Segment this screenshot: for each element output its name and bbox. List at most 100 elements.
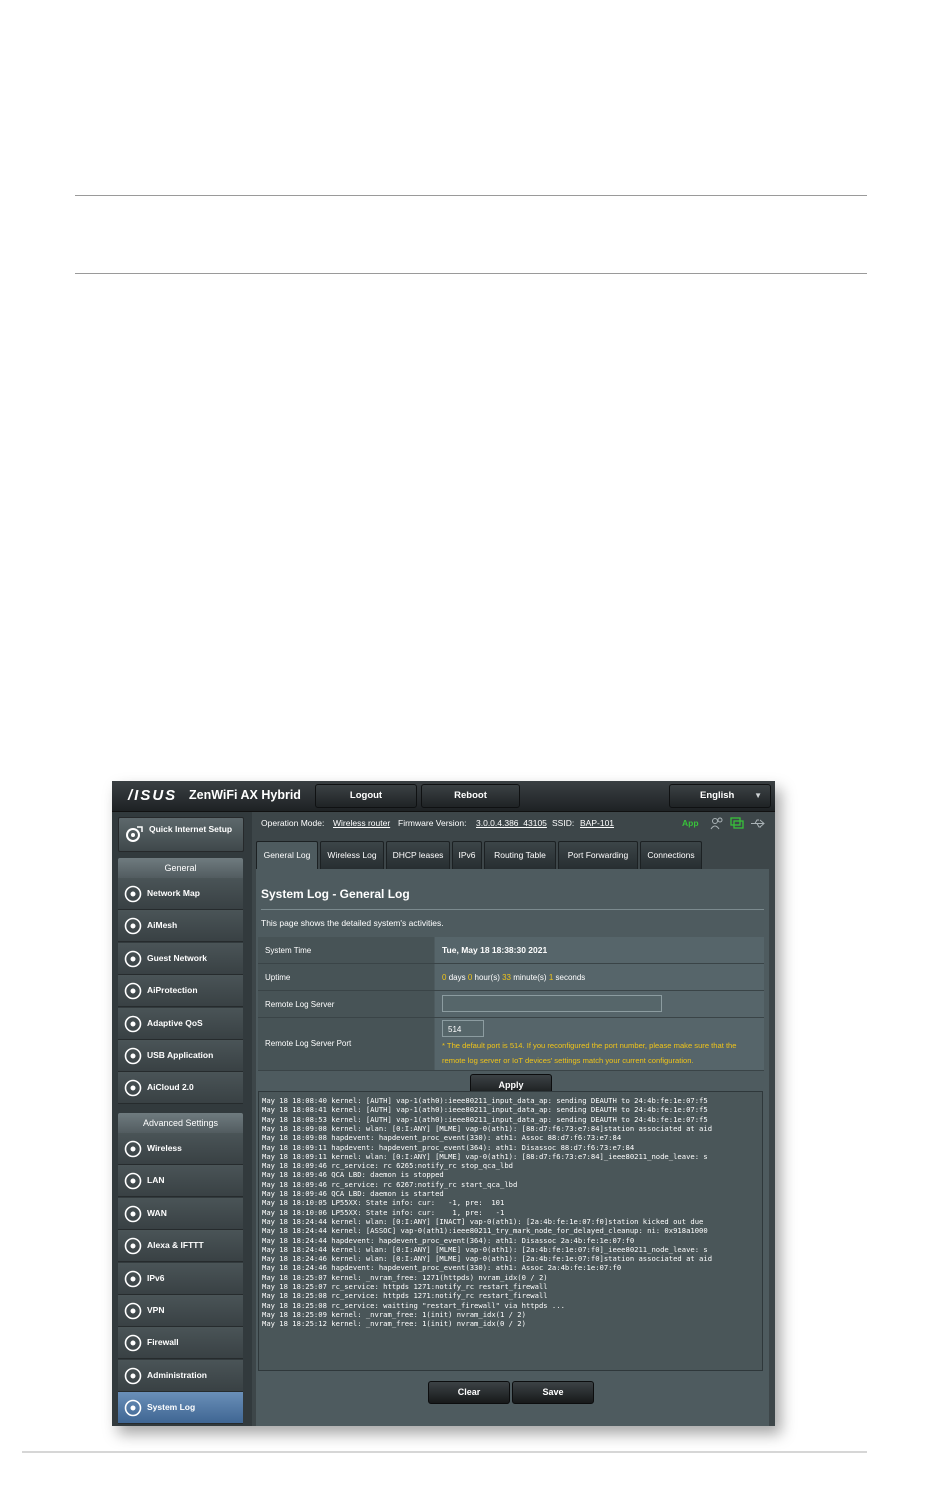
sidebar-item-system-log[interactable]: System Log [118, 1392, 243, 1425]
wireless-icon [124, 1140, 142, 1158]
sidebar-item-alexa-ifttt[interactable]: Alexa & IFTTT [118, 1230, 243, 1263]
quick-setup-icon [126, 826, 143, 842]
port-note-line-2: remote log server or IoT devices' settin… [442, 1056, 694, 1065]
sidebar-item-aicloud-2-0[interactable]: AiCloud 2.0 [118, 1072, 243, 1105]
log-line: May 18 18:25:09 kernel: _nvram_free: 1(i… [262, 1309, 526, 1319]
tab-general-log[interactable]: General Log [256, 841, 318, 869]
sidebar-item-label: AiProtection [147, 985, 198, 996]
sidebar-item-wan[interactable]: WAN [118, 1197, 243, 1230]
operation-mode-link[interactable]: Wireless router [333, 818, 390, 828]
log-line: May 18 18:24:46 hapdevent: hapdevent_pro… [262, 1263, 622, 1273]
sidebar-item-label: Guest Network [147, 952, 207, 963]
ipv6-icon [124, 1270, 142, 1287]
logout-button[interactable]: Logout [315, 784, 417, 808]
log-line: May 18 18:25:12 kernel: _nvram_free: 1(i… [262, 1319, 526, 1329]
sidebar-item-label: AiCloud 2.0 [147, 1082, 194, 1093]
log-line: May 18 18:10:05 LP55XX: State info: cur:… [262, 1198, 505, 1208]
sidebar-item-administration[interactable]: Administration [118, 1359, 243, 1392]
clear-button[interactable]: Clear [428, 1381, 510, 1404]
advanced-settings-heading: Advanced Settings [118, 1113, 243, 1133]
sidebar-item-label: AiMesh [147, 920, 178, 931]
sidebar-item-label: WAN [147, 1207, 167, 1218]
reboot-button[interactable]: Reboot [421, 784, 520, 808]
page-description: This page shows the detailed system's ac… [261, 918, 444, 928]
tab-routing-table[interactable]: Routing Table [484, 841, 556, 869]
log-line: May 18 18:25:08 rc_service: waitting "re… [262, 1300, 565, 1310]
log-line: May 18 18:24:44 kernel: [ASSOC] vap-0(at… [262, 1226, 708, 1236]
remote-log-server-input[interactable] [442, 995, 662, 1012]
language-value: English [700, 790, 735, 801]
tab-wireless-log[interactable]: Wireless Log [320, 841, 384, 869]
usb-application-icon [124, 1047, 142, 1065]
log-line: May 18 18:09:11 kernel: wlan: [0:I:ANY] … [262, 1151, 708, 1161]
sidebar-item-label: Network Map [147, 888, 200, 898]
save-button[interactable]: Save [512, 1381, 594, 1404]
log-line: May 18 18:24:44 kernel: wlan: [0:I:ANY] … [262, 1216, 704, 1226]
log-line: May 18 18:25:07 rc_service: httpds 1271:… [262, 1282, 548, 1291]
remote-log-port-input[interactable]: 514 [442, 1020, 484, 1037]
product-name: ZenWiFi AX Hybrid [189, 788, 301, 802]
tab-ipv6[interactable]: IPv6 [452, 841, 482, 869]
network-status-icon[interactable] [730, 817, 744, 830]
lan-icon [124, 1173, 142, 1190]
aimesh-icon [124, 918, 142, 935]
sidebar-item-aimesh[interactable]: AiMesh [118, 910, 243, 943]
system-log-icon [124, 1399, 142, 1417]
log-line: May 18 18:09:46 QCA LBD: daemon is stopp… [262, 1170, 444, 1180]
sidebar-item-lan[interactable]: LAN [118, 1165, 243, 1198]
guest-network-icon [124, 950, 142, 968]
usb-icon[interactable] [750, 818, 766, 829]
remote-log-port-label: Remote Log Server Port [265, 1039, 352, 1048]
language-select[interactable]: English ▼ [669, 784, 771, 808]
tab-bar: General Log Wireless Log DHCP leases IPv6 Ro… [256, 841, 775, 869]
second-rule [75, 273, 867, 274]
sidebar-item-guest-network[interactable]: Guest Network [118, 942, 243, 975]
sidebar-item-adaptive-qos[interactable]: Adaptive QoS [118, 1007, 243, 1040]
sidebar-item-label: Adaptive QoS [147, 1017, 203, 1028]
sidebar-item-aiprotection[interactable]: AiProtection [118, 975, 243, 1008]
clients-icon[interactable] [710, 817, 724, 830]
sidebar-item-vpn[interactable]: VPN [118, 1295, 243, 1327]
chevron-down-icon: ▼ [754, 791, 762, 800]
sidebar-item-usb-application[interactable]: USB Application [118, 1040, 243, 1072]
title-divider [261, 909, 764, 910]
log-line: May 18 18:25:07 kernel: _nvram_free: 127… [262, 1272, 548, 1282]
tab-connections[interactable]: Connections [640, 841, 702, 869]
log-line: May 18 18:08:40 kernel: [AUTH] vap-1(ath… [262, 1096, 708, 1105]
app-link[interactable]: App [682, 818, 699, 828]
sidebar-item-label: Wireless [147, 1143, 182, 1153]
firmware-link[interactable]: 3.0.0.4.386_43105 [476, 818, 547, 828]
log-line: May 18 18:25:08 rc_service: httpds 1271:… [262, 1291, 548, 1301]
administration-icon [124, 1367, 142, 1385]
sidebar-item-label: IPv6 [147, 1272, 165, 1283]
tab-port-forwarding[interactable]: Port Forwarding [558, 841, 638, 869]
log-line: May 18 18:10:06 LP55XX: State info: cur:… [262, 1207, 505, 1217]
firmware-label: Firmware Version: [398, 818, 467, 828]
system-time-value: Tue, May 18 18:38:30 2021 [442, 945, 548, 955]
firewall-icon [124, 1335, 142, 1352]
sidebar-item-label: Administration [147, 1369, 207, 1380]
remote-log-port-row: Remote Log Server Port 514 * The default… [258, 1018, 764, 1071]
vpn-icon [124, 1302, 142, 1320]
log-line: May 18 18:09:11 hapdevent: hapdevent_pro… [262, 1142, 635, 1152]
log-line: May 18 18:09:08 kernel: wlan: [0:I:ANY] … [262, 1123, 713, 1133]
status-icons: App [678, 816, 770, 832]
log-line: May 18 18:09:46 rc_service: rc 6265:noti… [262, 1161, 513, 1171]
sidebar-item-wireless[interactable]: Wireless [118, 1133, 243, 1165]
log-line: May 18 18:08:41 kernel: [AUTH] vap-1(ath… [262, 1105, 708, 1115]
content-panel: System Log - General Log This page shows… [256, 869, 769, 1426]
sidebar-item-network-map[interactable]: Network Map [118, 878, 243, 910]
general-heading: General [118, 858, 243, 878]
sidebar: Quick Internet Setup General Network Map… [112, 812, 252, 1426]
tab-dhcp-leases[interactable]: DHCP leases [386, 841, 450, 869]
aicloud-icon [124, 1080, 142, 1097]
uptime-label: Uptime [265, 973, 291, 982]
router-window: /ISUS ZenWiFi AX Hybrid Logout Reboot En… [112, 781, 775, 1426]
system-time-label: System Time [265, 946, 312, 955]
quick-internet-setup-button[interactable]: Quick Internet Setup [118, 817, 244, 852]
sidebar-item-firewall[interactable]: Firewall [118, 1327, 243, 1360]
log-textarea[interactable]: May 18 18:08:40 kernel: [AUTH] vap-1(ath… [258, 1091, 763, 1371]
sidebar-item-ipv6[interactable]: IPv6 [118, 1262, 243, 1295]
ssid-link[interactable]: BAP-101 [580, 818, 614, 828]
network-map-icon [124, 885, 142, 903]
